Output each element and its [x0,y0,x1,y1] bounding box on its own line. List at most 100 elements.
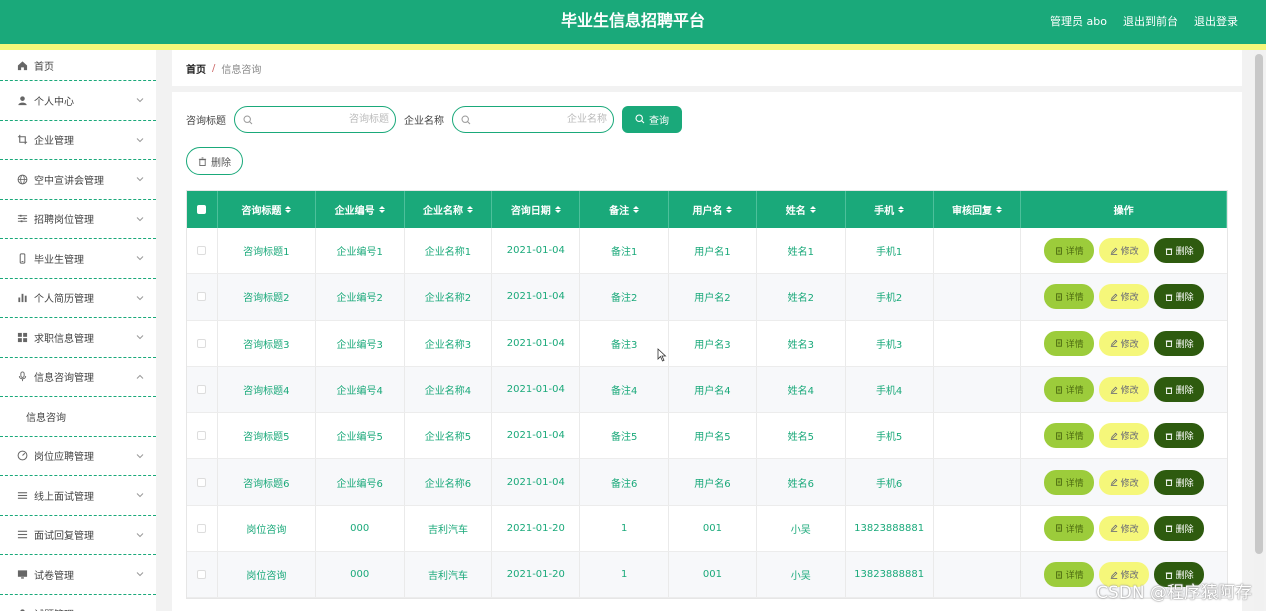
detail-button[interactable]: 详情 [1044,515,1095,541]
sort-icon[interactable] [466,206,473,213]
edit-button-label: 修改 [1120,478,1139,489]
search-bar: 咨询标题 企业名称 查询 [186,105,682,133]
edit-button[interactable]: 修改 [1099,377,1150,403]
delete-button[interactable]: 删除 [1154,377,1205,403]
delete-button[interactable]: 删除 [1154,423,1205,449]
company-search-input[interactable] [475,109,607,130]
table-cell [934,228,1022,274]
delete-button[interactable]: 删除 [1154,469,1205,495]
column-header[interactable]: 企业编号 [316,191,405,228]
pencil-icon [1110,478,1118,486]
select-all-checkbox[interactable] [197,205,207,214]
sidebar-item[interactable]: 线上面试管理 [0,476,156,516]
row-actions: 详情 修改 删除 [1021,228,1227,273]
column-header[interactable]: 姓名 [757,191,846,228]
sidebar-item[interactable]: 试卷管理 [0,555,156,595]
row-checkbox[interactable] [197,570,207,580]
detail-button[interactable]: 详情 [1044,238,1095,264]
sort-icon[interactable] [995,206,1002,213]
column-header[interactable]: 备注 [580,191,670,228]
column-header[interactable]: 审核回复 [934,191,1022,228]
batch-delete-button[interactable]: 删除 [186,147,243,175]
sort-icon[interactable] [285,206,292,213]
table-cell: 吉利汽车 [405,505,493,552]
sidebar-item-label: 招聘岗位管理 [34,215,94,227]
row-select-cell [187,459,218,505]
trash-icon [1165,432,1173,440]
detail-button[interactable]: 详情 [1044,423,1095,449]
sidebar-item[interactable]: 空中宣讲会管理 [0,160,156,200]
edit-button[interactable]: 修改 [1099,330,1150,356]
edit-button-label: 修改 [1120,524,1139,535]
sort-icon[interactable] [809,206,816,213]
sidebar-item-label: 企业管理 [34,136,74,148]
table-cell: 咨询标题1 [218,228,316,274]
sort-icon[interactable] [554,206,561,213]
trash-icon [1165,293,1173,301]
table-cell: 企业名称2 [405,274,493,320]
query-button[interactable]: 查询 [622,105,682,133]
row-checkbox[interactable] [197,385,207,395]
detail-button[interactable]: 详情 [1044,284,1095,310]
edit-button[interactable]: 修改 [1099,238,1150,264]
delete-button[interactable]: 删除 [1154,515,1205,541]
sidebar-item[interactable]: 求职信息管理 [0,318,156,358]
logout-link[interactable]: 退出登录 [1194,13,1238,29]
sidebar-item[interactable]: 个人简历管理 [0,279,156,318]
table-cell: 用户名1 [669,228,757,274]
table-cell [934,552,1022,598]
delete-button[interactable]: 删除 [1154,238,1205,264]
edit-button[interactable]: 修改 [1099,284,1150,310]
sidebar-item[interactable]: 面试回复管理 [0,516,156,555]
detail-button[interactable]: 详情 [1044,330,1095,356]
detail-button[interactable]: 详情 [1044,469,1095,495]
sidebar-item[interactable]: 岗位应聘管理 [0,437,156,476]
column-header[interactable]: 手机 [846,191,934,228]
delete-button-label: 删除 [1175,432,1194,443]
table-cell: 企业编号4 [316,366,405,413]
row-checkbox[interactable] [197,477,207,487]
title-search-input[interactable] [257,109,389,130]
sidebar-item[interactable]: 试题管理 [0,595,156,611]
column-header[interactable]: 咨询日期 [492,191,581,228]
row-checkbox[interactable] [197,292,207,302]
sort-icon[interactable] [726,206,733,213]
row-select-cell [187,228,218,274]
table-cell: 咨询标题3 [218,320,316,366]
table-row: 咨询标题6 企业编号6 企业名称6 2021-01-04 备注6 用户名6 姓名6 手机6 详情… [187,459,1227,506]
table-cell: 2021-01-04 [492,228,581,274]
search-icon [461,114,471,124]
edit-button[interactable]: 修改 [1099,515,1150,541]
row-checkbox[interactable] [197,523,207,533]
scrollbar-thumb[interactable] [1255,54,1263,554]
delete-button[interactable]: 删除 [1154,330,1205,356]
column-header[interactable]: 咨询标题 [218,191,316,228]
breadcrumb-home[interactable]: 首页 [186,61,206,76]
sidebar-item[interactable]: 毕业生管理 [0,239,156,279]
row-checkbox[interactable] [197,338,207,348]
edit-button[interactable]: 修改 [1099,469,1150,495]
sidebar-subitem[interactable]: 信息咨询 [0,397,156,437]
table-cell [934,320,1022,366]
sliders-icon [16,213,28,225]
sort-icon[interactable] [898,206,905,213]
column-header[interactable]: 企业名称 [405,191,493,228]
column-header[interactable]: 用户名 [669,191,757,228]
sidebar-item[interactable]: 信息咨询管理 [0,358,156,397]
back-to-front-link[interactable]: 退出到前台 [1123,13,1178,29]
detail-button[interactable]: 详情 [1044,377,1095,403]
sidebar-item[interactable]: 首页 [0,50,156,81]
row-checkbox[interactable] [197,431,207,441]
sidebar-item[interactable]: 招聘岗位管理 [0,200,156,239]
sidebar-item[interactable]: 企业管理 [0,121,156,160]
sort-icon[interactable] [378,206,385,213]
page-scrollbar[interactable] [1254,50,1264,611]
row-checkbox[interactable] [197,246,207,256]
sort-icon[interactable] [633,206,640,213]
sidebar-item[interactable]: 个人中心 [0,81,156,121]
detail-button-label: 详情 [1065,432,1084,443]
delete-button[interactable]: 删除 [1154,284,1205,310]
edit-button[interactable]: 修改 [1099,423,1150,449]
pencil-icon [1110,293,1118,301]
detail-button[interactable]: 详情 [1044,562,1095,588]
